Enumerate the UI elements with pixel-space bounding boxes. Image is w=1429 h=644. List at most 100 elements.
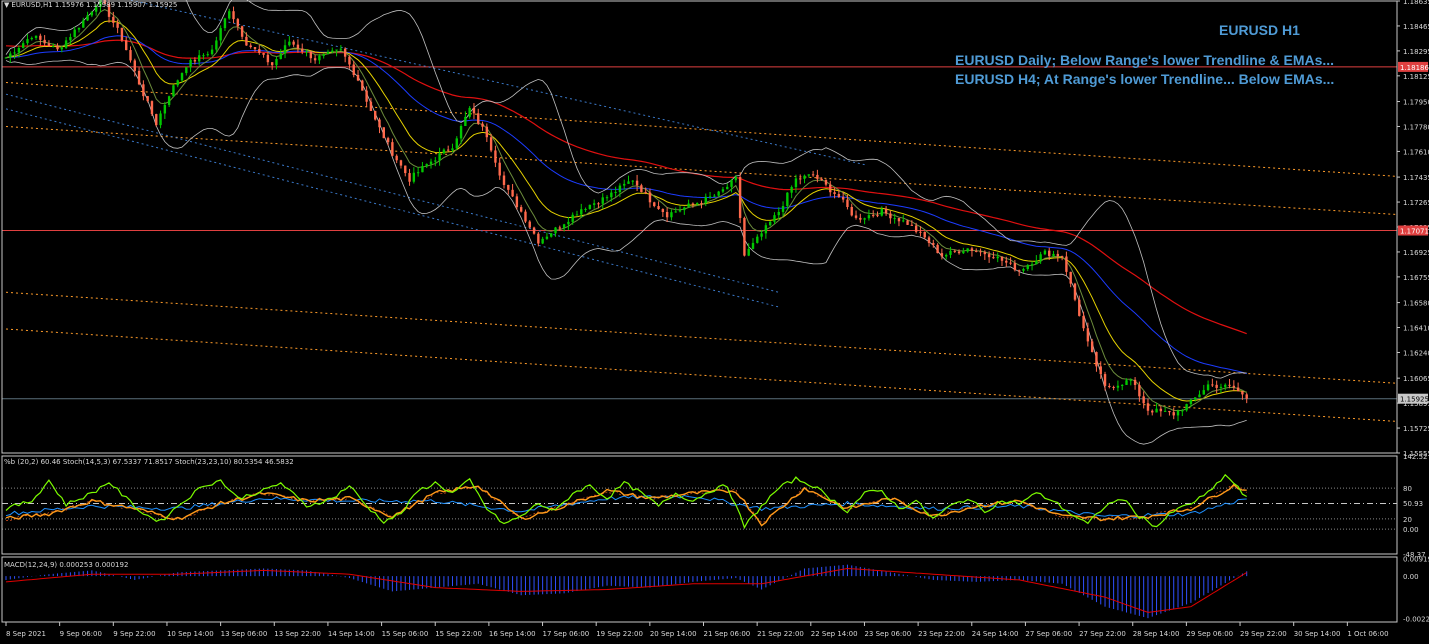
osc-axis-label: 142.52	[1403, 453, 1428, 461]
candle-body	[1185, 404, 1188, 411]
candle-body	[472, 107, 476, 114]
candle-body	[932, 243, 935, 245]
candle-body	[159, 113, 162, 126]
price-tick-label: 1.17610	[1403, 148, 1429, 156]
candle-body	[1052, 253, 1055, 257]
candle-body	[365, 90, 368, 102]
time-tick-label: 14 Sep 14:00	[328, 630, 375, 638]
candle-body	[133, 60, 136, 71]
price-tick-label: 1.18125	[1403, 73, 1429, 81]
candle-body	[700, 203, 703, 205]
candle-body	[927, 237, 931, 244]
candle-body	[1155, 408, 1158, 413]
candle-body	[1043, 250, 1047, 255]
candle-body	[1121, 384, 1124, 386]
candle-body	[1146, 403, 1150, 411]
triangle-down-icon[interactable]: ▼	[4, 1, 9, 9]
candle-body	[940, 253, 944, 257]
candle-body	[816, 174, 819, 179]
symbol-header[interactable]: ▼ EURUSD,H1 1.15976 1.15989 1.15907 1.159…	[4, 1, 177, 9]
price-marker-label: 1.18186	[1400, 64, 1429, 72]
candle-body	[790, 187, 793, 193]
candle-body	[820, 178, 823, 180]
candle-body	[665, 212, 669, 218]
price-tick-label: 1.17435	[1403, 174, 1429, 182]
candle-body	[202, 55, 205, 57]
candle-body	[90, 11, 94, 16]
candle-body	[936, 244, 939, 254]
time-tick-label: 9 Sep 22:00	[113, 630, 155, 638]
price-tick-label: 1.16410	[1403, 325, 1429, 333]
candle-body	[369, 101, 373, 111]
candle-body	[661, 209, 665, 213]
candle-body	[670, 212, 673, 218]
candle-body	[1176, 410, 1180, 416]
candle-body	[644, 192, 647, 194]
candle-body	[455, 138, 458, 149]
candle-body	[292, 41, 295, 45]
candle-body	[524, 211, 527, 222]
candle-body	[305, 51, 308, 53]
candle-body	[301, 48, 304, 52]
candle-body	[1215, 384, 1218, 388]
candle-body	[116, 22, 119, 28]
candle-body	[155, 114, 158, 126]
candle-body	[902, 220, 905, 222]
candle-body	[1172, 412, 1175, 416]
candle-body	[756, 236, 759, 243]
candle-body	[481, 123, 484, 127]
candle-body	[811, 174, 815, 176]
candle-body	[1112, 386, 1115, 388]
candle-body	[764, 225, 768, 234]
candle-body	[906, 220, 909, 225]
candle-body	[1193, 397, 1197, 400]
price-marker-label: 1.15925	[1400, 396, 1429, 404]
candle-body	[112, 16, 115, 23]
candle-body	[391, 142, 394, 156]
candle-body	[854, 215, 858, 218]
candle-body	[206, 54, 209, 56]
candle-body	[631, 180, 634, 182]
candle-body	[846, 199, 849, 207]
candle-body	[1035, 260, 1038, 265]
candle-body	[275, 58, 278, 66]
candle-body	[1181, 410, 1184, 412]
candle-body	[614, 191, 617, 193]
candle-body	[1099, 366, 1102, 375]
candle-body	[1039, 254, 1042, 261]
candle-body	[567, 221, 570, 225]
candle-body	[1082, 315, 1085, 329]
price-tick-label: 1.18465	[1403, 23, 1429, 31]
candle-body	[1206, 384, 1210, 391]
candle-body	[86, 15, 89, 21]
candle-body	[944, 254, 948, 257]
chart-canvas[interactable]: 1.18635 1.18465 1.18295 1.18125 1.17950 1.177…	[0, 0, 1429, 644]
time-tick-label: 17 Sep 06:00	[543, 630, 590, 638]
candle-body	[296, 44, 300, 49]
candle-body	[60, 47, 64, 50]
candle-body	[185, 67, 188, 74]
time-tick-label: 28 Sep 14:00	[1133, 630, 1180, 638]
candle-body	[863, 218, 866, 220]
candle-body	[399, 160, 403, 166]
candle-body	[1159, 408, 1163, 412]
candle-body	[331, 50, 334, 52]
candle-body	[464, 116, 467, 126]
candle-body	[442, 149, 446, 154]
time-tick-label: 30 Sep 14:00	[1294, 630, 1341, 638]
candle-body	[923, 231, 926, 238]
candle-body	[266, 54, 270, 63]
candle-body	[987, 254, 991, 258]
candle-body	[537, 233, 540, 244]
osc-axis-label: 50.93	[1403, 500, 1423, 508]
candle-body	[872, 215, 875, 217]
candle-body	[446, 149, 450, 151]
candle-body	[1232, 385, 1236, 388]
candle-body	[1078, 299, 1081, 316]
candle-body	[1224, 384, 1227, 387]
price-tick-label: 1.16065	[1403, 375, 1429, 383]
candle-body	[352, 64, 355, 75]
candle-body	[1069, 271, 1072, 284]
candle-body	[1108, 385, 1111, 387]
candle-body	[489, 137, 493, 151]
